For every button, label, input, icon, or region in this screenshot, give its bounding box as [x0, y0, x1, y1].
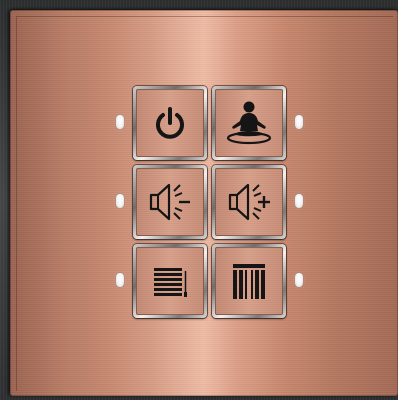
indicator-led-left-3	[116, 273, 124, 287]
indicator-led-left-2	[116, 194, 124, 208]
curtains-button[interactable]	[212, 244, 286, 318]
power-button[interactable]	[133, 86, 207, 160]
power-icon	[156, 107, 184, 139]
curtains-icon	[233, 264, 265, 299]
indicator-led-left-1	[116, 115, 124, 129]
meditation-icon	[226, 101, 272, 145]
volume-up-button[interactable]	[212, 165, 286, 239]
volume-down-icon	[149, 183, 190, 221]
indicator-led-right-3	[295, 273, 303, 287]
volume-up-icon	[228, 183, 270, 221]
blinds-icon	[154, 268, 187, 297]
indicator-led-right-2	[295, 194, 303, 208]
meditation-button[interactable]	[212, 86, 286, 160]
volume-down-button[interactable]	[133, 165, 207, 239]
blinds-button[interactable]	[133, 244, 207, 318]
indicator-led-right-1	[295, 115, 303, 129]
